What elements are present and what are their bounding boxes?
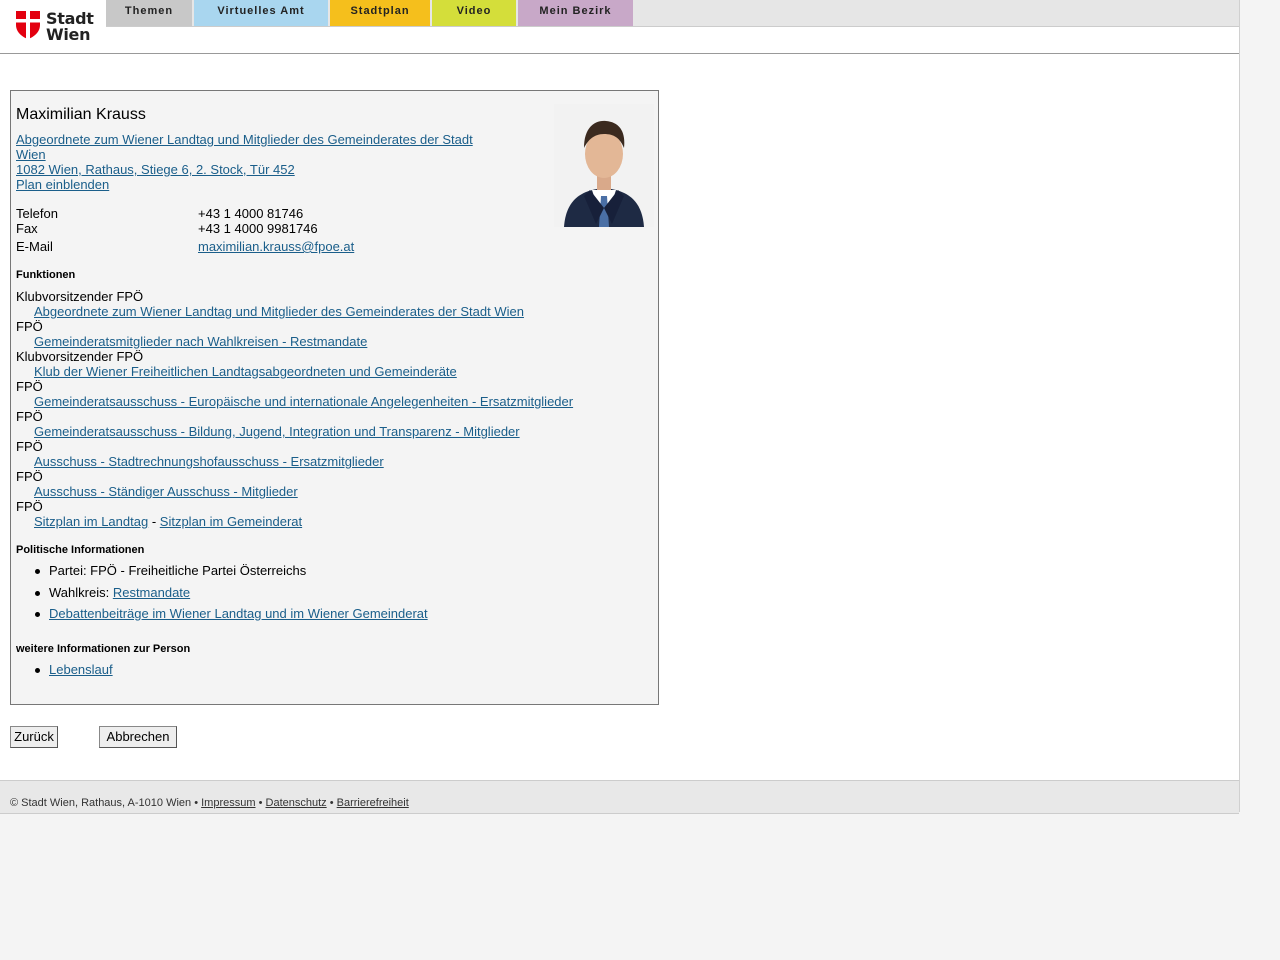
footer: © Stadt Wien, Rathaus, A-1010 Wien • Imp… bbox=[0, 780, 1239, 814]
functions-heading: Funktionen bbox=[16, 269, 76, 281]
cv-link[interactable]: Lebenslauf bbox=[49, 662, 113, 677]
function-title: FPÖ bbox=[16, 319, 43, 334]
footer-accessibility-link[interactable]: Barrierefreiheit bbox=[337, 797, 409, 809]
footer-separator: • bbox=[258, 797, 263, 809]
more-info-heading: weitere Informationen zur Person bbox=[16, 643, 191, 655]
debates-link[interactable]: Debattenbeiträge im Wiener Landtag und i… bbox=[49, 606, 428, 621]
function-title: FPÖ bbox=[16, 499, 43, 514]
footer-separator: • bbox=[194, 797, 199, 809]
phone-value: +43 1 4000 81746 bbox=[198, 206, 304, 221]
nav-tab-stadtplan[interactable]: Stadtplan bbox=[330, 0, 430, 26]
function-link[interactable]: Klub der Wiener Freiheitlichen Landtagsa… bbox=[34, 364, 457, 379]
function-title: Klubvorsitzender FPÖ bbox=[16, 289, 144, 304]
list-bullet bbox=[35, 668, 40, 673]
logo-line2: Wien bbox=[46, 25, 91, 44]
list-bullet bbox=[35, 591, 40, 596]
district-info: Wahlkreis: Restmandate bbox=[49, 585, 190, 600]
nav-tab-mein-bezirk[interactable]: Mein Bezirk bbox=[518, 0, 633, 26]
function-link[interactable]: Abgeordnete zum Wiener Landtag und Mitgl… bbox=[34, 304, 524, 319]
nav-tab-video[interactable]: Video bbox=[432, 0, 516, 26]
fax-label: Fax bbox=[16, 221, 38, 236]
function-link[interactable]: Ausschuss - Ständiger Ausschuss - Mitgli… bbox=[34, 484, 298, 499]
nav-tab-virtuelles-amt[interactable]: Virtuelles Amt bbox=[194, 0, 328, 26]
cancel-button[interactable]: Abbrechen bbox=[99, 726, 177, 748]
function-link[interactable]: Gemeinderatsmitglieder nach Wahlkreisen … bbox=[34, 334, 367, 349]
district-label: Wahlkreis: bbox=[49, 585, 110, 600]
footer-copyright: © Stadt Wien, Rathaus, A-1010 Wien bbox=[10, 797, 192, 809]
district-link[interactable]: Restmandate bbox=[113, 585, 190, 600]
wien-shield-icon bbox=[16, 11, 40, 39]
seating-plan-links: Sitzplan im Landtag - Sitzplan im Gemein… bbox=[34, 514, 302, 529]
back-button[interactable]: Zurück bbox=[10, 726, 58, 748]
function-link[interactable]: Gemeinderatsausschuss - Bildung, Jugend,… bbox=[34, 424, 520, 439]
role-link-line2: Wien bbox=[16, 147, 46, 162]
political-info-heading: Politische Informationen bbox=[16, 544, 145, 556]
stadt-wien-logo[interactable]: Stadt Wien bbox=[16, 10, 94, 44]
address-link[interactable]: 1082 Wien, Rathaus, Stiege 6, 2. Stock, … bbox=[16, 162, 295, 177]
function-title: FPÖ bbox=[16, 379, 43, 394]
phone-label: Telefon bbox=[16, 206, 58, 221]
function-link[interactable]: Gemeinderatsausschuss - Europäische und … bbox=[34, 394, 573, 409]
header: Stadt Wien Themen Virtuelles Amt Stadtpl… bbox=[0, 0, 1239, 54]
seating-plan-separator: - bbox=[151, 514, 157, 529]
function-title: FPÖ bbox=[16, 439, 43, 454]
person-detail-panel: Maximilian Krauss Abgeordnete zum Wiener… bbox=[10, 90, 659, 705]
role-link-line1: Abgeordnete zum Wiener Landtag und Mitgl… bbox=[16, 132, 473, 147]
logo-line1: Stadt bbox=[46, 9, 94, 28]
function-link[interactable]: Ausschuss - Stadtrechnungshofausschuss -… bbox=[34, 454, 384, 469]
footer-impressum-link[interactable]: Impressum bbox=[201, 797, 255, 809]
email-label: E-Mail bbox=[16, 239, 53, 254]
seating-plan-landtag-link[interactable]: Sitzplan im Landtag bbox=[34, 514, 148, 529]
email-link[interactable]: maximilian.krauss@fpoe.at bbox=[198, 239, 354, 254]
role-link[interactable]: Abgeordnete zum Wiener Landtag und Mitgl… bbox=[16, 132, 473, 162]
footer-privacy-link[interactable]: Datenschutz bbox=[266, 797, 327, 809]
fax-value: +43 1 4000 9981746 bbox=[198, 221, 318, 236]
show-map-link[interactable]: Plan einblenden bbox=[16, 177, 109, 192]
seating-plan-gemeinderat-link[interactable]: Sitzplan im Gemeinderat bbox=[160, 514, 302, 529]
function-title: FPÖ bbox=[16, 469, 43, 484]
list-bullet bbox=[35, 612, 40, 617]
footer-separator: • bbox=[329, 797, 334, 809]
function-title: Klubvorsitzender FPÖ bbox=[16, 349, 144, 364]
function-title: FPÖ bbox=[16, 409, 43, 424]
footer-text: © Stadt Wien, Rathaus, A-1010 Wien • Imp… bbox=[10, 797, 409, 809]
page: Stadt Wien Themen Virtuelles Amt Stadtpl… bbox=[0, 0, 1240, 814]
party-info: Partei: FPÖ - Freiheitliche Partei Öster… bbox=[49, 563, 307, 578]
main-nav: Themen Virtuelles Amt Stadtplan Video Me… bbox=[106, 0, 1239, 27]
person-name: Maximilian Krauss bbox=[16, 106, 146, 123]
person-portrait bbox=[554, 104, 654, 227]
list-bullet bbox=[35, 569, 40, 574]
nav-tab-themen[interactable]: Themen bbox=[106, 0, 192, 26]
